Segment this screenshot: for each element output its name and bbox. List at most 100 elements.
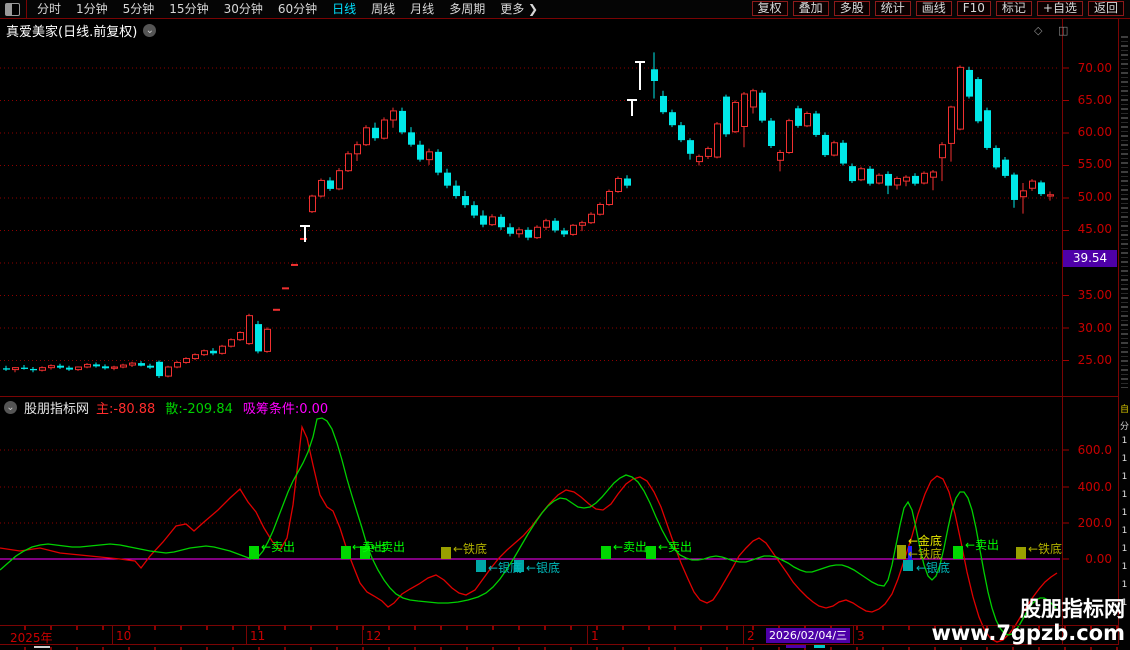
right-sidebar-strip[interactable]: 自 分 1111111111 <box>1119 0 1130 650</box>
candle-down <box>471 205 478 216</box>
candle-up <box>948 106 955 144</box>
candle-up <box>543 220 550 228</box>
candle-down <box>768 120 775 146</box>
period-tab-15分钟[interactable]: 15分钟 <box>169 0 208 18</box>
period-tab-30分钟[interactable]: 30分钟 <box>224 0 263 18</box>
toolbar-button-多股[interactable]: 多股 <box>833 1 870 16</box>
period-tab-日线[interactable]: 日线 <box>332 0 356 18</box>
strip-digit[interactable]: 1 <box>1119 562 1130 572</box>
toolbar-button-标记[interactable]: 标记 <box>995 1 1032 16</box>
candle-up <box>930 171 937 178</box>
candle-down <box>966 69 973 97</box>
price-axis-label: 60.00 <box>1077 125 1112 139</box>
candle-up <box>705 148 712 157</box>
candle-down <box>723 96 730 135</box>
period-tab-周线[interactable]: 周线 <box>371 0 395 18</box>
candle-down <box>822 134 829 156</box>
candle-down <box>30 368 37 371</box>
signal-block <box>646 546 656 559</box>
candle-down <box>435 151 442 173</box>
chevron-down-icon[interactable]: ⌄ <box>143 24 157 37</box>
candle-up <box>75 366 82 371</box>
layout-toggle-icon[interactable] <box>5 2 20 16</box>
candle-up <box>903 176 910 182</box>
toolbar-button-画线[interactable]: 画线 <box>915 1 952 16</box>
chart-canvas[interactable] <box>0 0 1130 650</box>
candle-up <box>48 365 55 369</box>
strip-digit[interactable]: 1 <box>1119 508 1130 518</box>
candle-down <box>1011 174 1018 200</box>
candle-up <box>804 113 811 127</box>
period-tab-分时[interactable]: 分时 <box>37 0 61 18</box>
candle-up <box>1020 190 1027 198</box>
strip-digit[interactable]: 1 <box>1119 580 1130 590</box>
strip-digit[interactable]: 1 <box>1119 436 1130 446</box>
strip-digit[interactable]: 1 <box>1119 454 1130 464</box>
indicator-value-散: 散:-209.84 <box>165 402 233 417</box>
price-axis-label: 35.00 <box>1077 288 1112 302</box>
candle-down <box>867 168 874 184</box>
price-axis-label: 25.00 <box>1077 353 1112 367</box>
signal-label-卖出: ←卖出 <box>965 538 1000 552</box>
candle-up <box>579 222 586 226</box>
candle-up <box>345 153 352 172</box>
candle-down <box>444 172 451 186</box>
period-tab-更多 ❯[interactable]: 更多 ❯ <box>500 0 538 18</box>
toolbar-button-+自选[interactable]: +自选 <box>1036 1 1083 16</box>
candle-down <box>102 366 109 369</box>
strip-digit[interactable]: 1 <box>1119 472 1130 482</box>
signal-label-卖出: ←卖出 <box>658 540 693 554</box>
candle-down <box>561 230 568 235</box>
candle-up <box>741 93 748 127</box>
strip-char-second[interactable]: 分 <box>1119 419 1130 432</box>
price-axis-label: 50.00 <box>1077 190 1112 204</box>
period-tab-5分钟[interactable]: 5分钟 <box>123 0 155 18</box>
period-tab-月线[interactable]: 月线 <box>410 0 434 18</box>
pane-divider[interactable] <box>0 396 1118 397</box>
candle-up <box>381 119 388 139</box>
candle-up <box>876 174 883 184</box>
candle-down <box>3 368 10 370</box>
clipped-fragment <box>786 645 806 648</box>
candle-down <box>849 166 856 182</box>
period-tab-60分钟[interactable]: 60分钟 <box>278 0 317 18</box>
candle-up <box>39 367 46 371</box>
watermark-line2: www.7gpzb.com <box>931 621 1125 645</box>
candle-down <box>552 220 559 231</box>
period-tab-多周期[interactable]: 多周期 <box>449 0 485 18</box>
chevron-down-icon[interactable]: ⌄ <box>4 401 17 414</box>
candle-down <box>138 363 145 366</box>
candle-up <box>111 366 118 369</box>
clipped-fragment <box>814 645 825 648</box>
toolbar-button-返回[interactable]: 返回 <box>1087 1 1124 16</box>
candle-up <box>957 66 964 130</box>
toolbar-button-F10[interactable]: F10 <box>956 1 991 16</box>
candle-down <box>651 69 658 81</box>
candle-up <box>615 178 622 192</box>
toolbar-button-统计[interactable]: 统计 <box>874 1 911 16</box>
candle-up <box>426 151 433 161</box>
candle-down <box>255 324 262 352</box>
period-tab-1分钟[interactable]: 1分钟 <box>76 0 108 18</box>
strip-digit[interactable]: 1 <box>1119 490 1130 500</box>
date-axis-label: 3 <box>857 629 865 643</box>
strip-char-top[interactable]: 自 <box>1119 402 1130 415</box>
candle-down <box>507 227 514 234</box>
toolbar-button-叠加[interactable]: 叠加 <box>792 1 829 16</box>
indicator-name[interactable]: 股朋指标网 <box>24 398 89 417</box>
toolbar-button-复权[interactable]: 复权 <box>751 1 788 16</box>
candle-down <box>687 140 694 154</box>
signal-block <box>1016 547 1026 559</box>
price-axis-label: 45.00 <box>1077 222 1112 236</box>
indicator-value-吸筹条件: 吸筹条件:0.00 <box>242 402 329 417</box>
candle-down <box>210 350 217 354</box>
chart-corner-icons[interactable]: ◇ ◫ <box>1034 24 1074 37</box>
candle-up <box>183 358 190 363</box>
indicator-header: ⌄ 股朋指标网 主:-80.88 散:-209.84 吸筹条件:0.00 <box>4 398 338 417</box>
strip-digit[interactable]: 1 <box>1119 526 1130 536</box>
signal-label-铁底: ←铁底 <box>1028 542 1063 556</box>
strip-digit[interactable]: 1 <box>1119 544 1130 554</box>
price-tag: 39.54 <box>1063 250 1117 267</box>
indicator-axis-label: 200.0 <box>1077 516 1112 530</box>
signal-label-卖出: ←卖出 <box>613 540 648 554</box>
